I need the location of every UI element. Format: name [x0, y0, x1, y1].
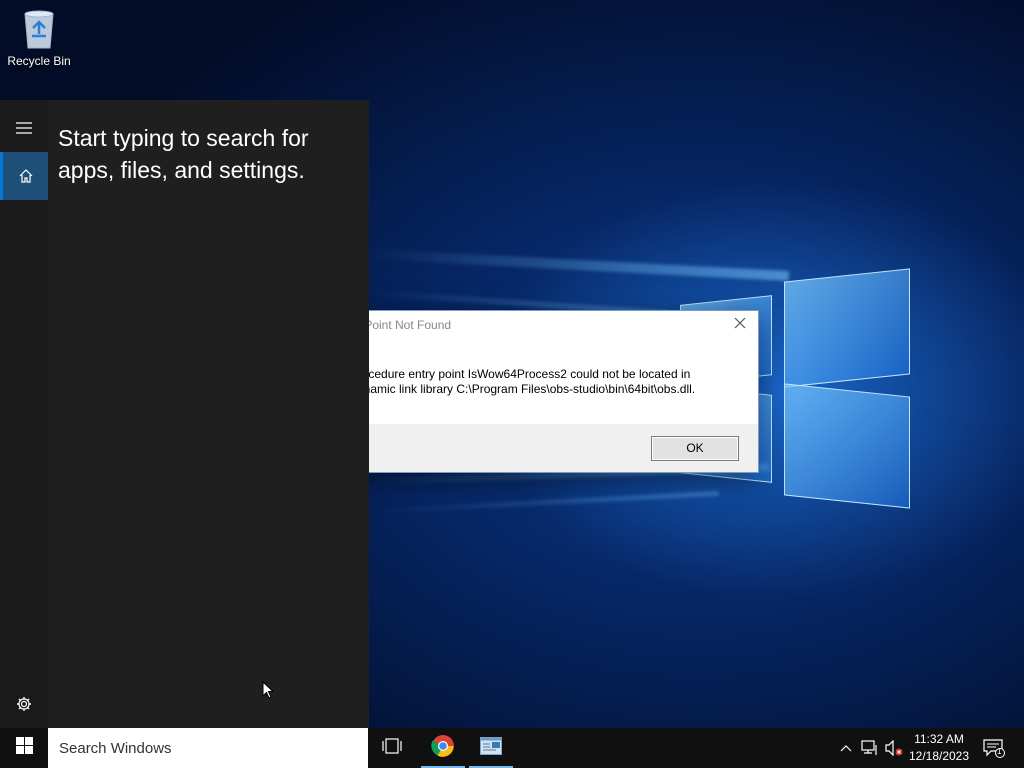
desktop-icon-recycle-bin[interactable]: Recycle Bin: [4, 6, 74, 68]
wallpaper-logo-pane: [784, 268, 910, 388]
home-icon[interactable]: [0, 152, 48, 200]
search-input[interactable]: [48, 728, 368, 768]
dialog-message-line: dynamic link library C:\Program Files\ob…: [351, 382, 696, 396]
task-view-icon: [382, 737, 402, 759]
hamburger-menu-icon[interactable]: [0, 104, 48, 152]
taskbar-app-window[interactable]: [467, 728, 515, 768]
wallpaper-logo-pane: [784, 383, 910, 509]
start-button[interactable]: [0, 728, 48, 768]
search-results-area: Start typing to search for apps, files, …: [48, 100, 369, 728]
ok-button[interactable]: OK: [651, 436, 739, 461]
chevron-up-icon[interactable]: [836, 738, 856, 758]
close-icon[interactable]: [730, 315, 750, 335]
mouse-cursor-icon: [262, 680, 275, 704]
task-view-button[interactable]: [368, 728, 416, 768]
search-hint-text: Start typing to search for apps, files, …: [58, 125, 309, 183]
search-panel: Start typing to search for apps, files, …: [0, 100, 369, 728]
recycle-bin-icon: [21, 8, 57, 50]
app-window-icon: [480, 736, 502, 760]
search-rail: [0, 100, 48, 728]
clock-date: 12/18/2023: [908, 749, 970, 763]
dialog-message: procedure entry point IsWow64Process2 co…: [351, 367, 751, 397]
taskbar-search-box[interactable]: [48, 728, 368, 768]
taskbar-app-chrome[interactable]: [419, 728, 467, 768]
chrome-icon: [431, 734, 455, 763]
clock-time: 11:32 AM: [914, 732, 964, 746]
volume-muted-icon[interactable]: [884, 738, 904, 758]
taskbar: 11:32 AM 12/18/2023 1: [0, 728, 1024, 768]
network-icon[interactable]: [860, 738, 880, 758]
windows-logo-icon: [15, 737, 33, 759]
gear-icon[interactable]: [0, 680, 48, 728]
notification-count-badge: 1: [997, 747, 1002, 756]
wallpaper-light-ray: [369, 249, 789, 281]
wallpaper-light-ray: [369, 490, 719, 515]
system-clock[interactable]: 11:32 AM 12/18/2023: [902, 731, 976, 765]
notifications-icon[interactable]: 1: [982, 738, 1006, 758]
dialog-message-line: procedure entry point IsWow64Process2 co…: [351, 367, 691, 381]
desktop-icon-label: Recycle Bin: [7, 54, 71, 68]
dialog-footer: OK: [341, 424, 758, 472]
error-dialog: ry Point Not Found procedure entry point…: [340, 310, 759, 473]
